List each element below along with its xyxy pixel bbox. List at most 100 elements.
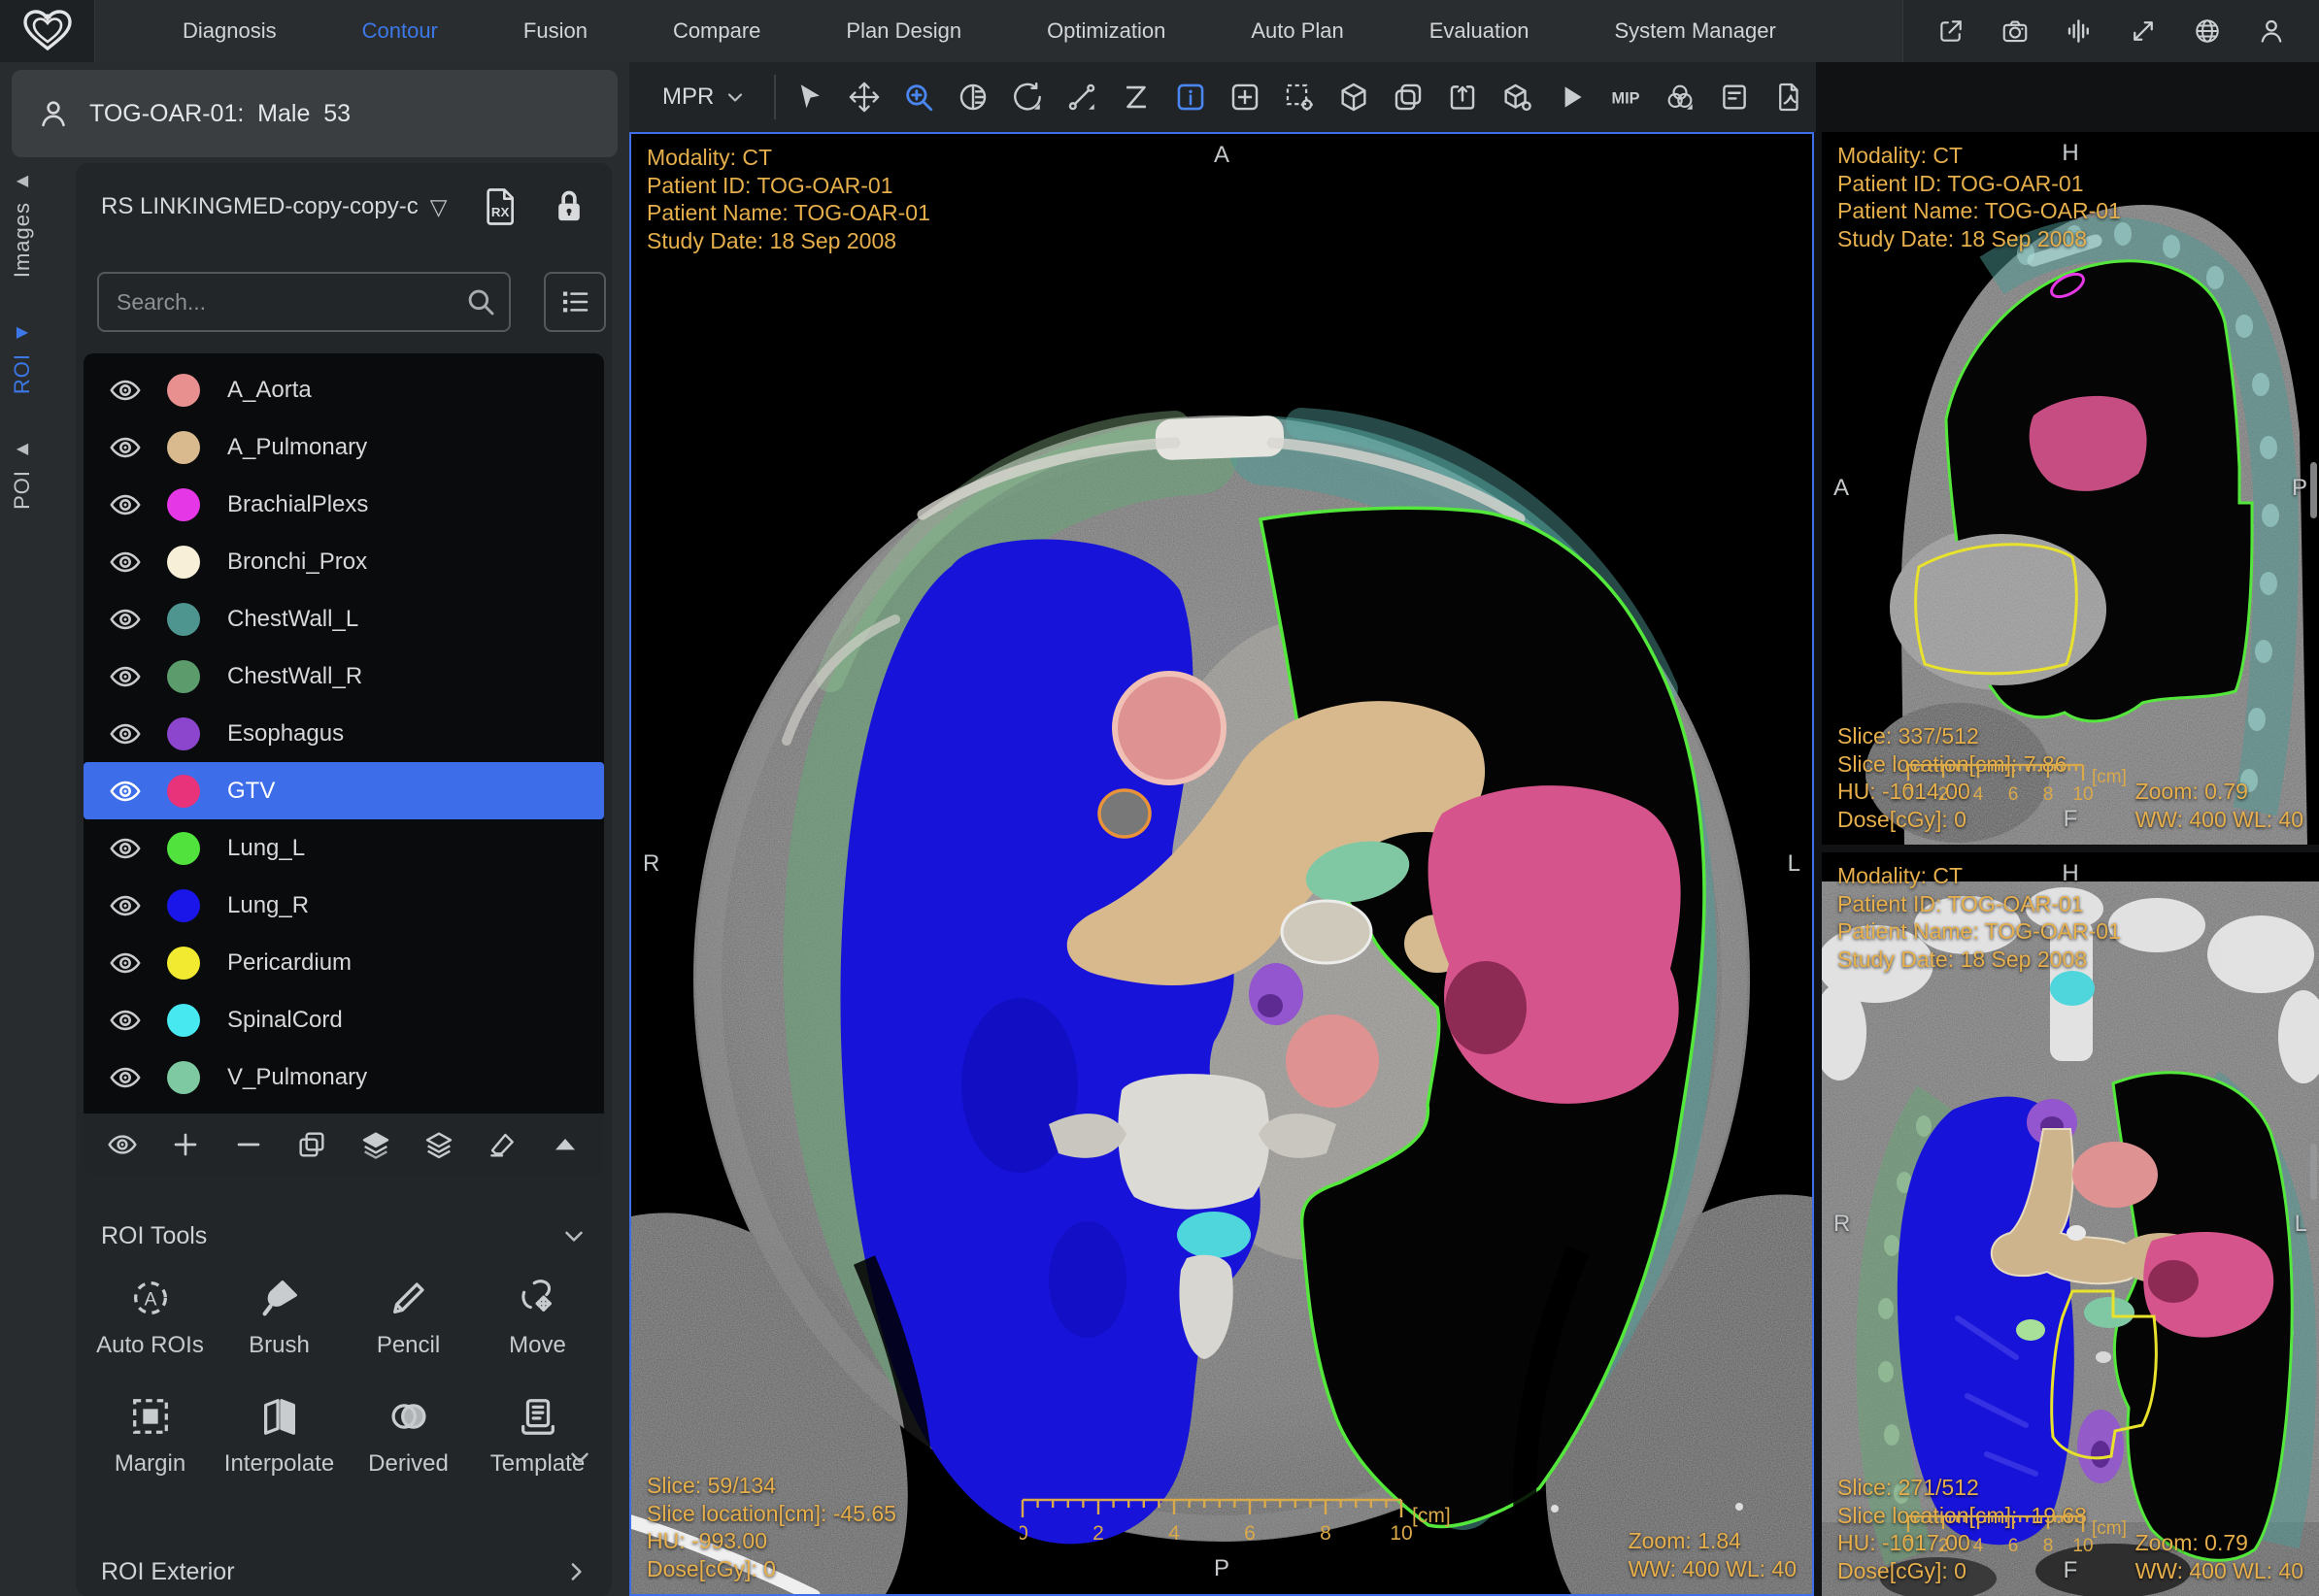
roi-list-view-button[interactable] xyxy=(544,272,606,332)
slice-stats-overlay: Slice: 59/134 Slice location[cm]: -45.65… xyxy=(647,1472,896,1582)
pdf-file-icon[interactable] xyxy=(1772,81,1805,114)
tool-margin[interactable]: Margin xyxy=(85,1394,215,1478)
roi-row-gtv[interactable]: GTV xyxy=(84,762,604,819)
roi-row-chestwall-l[interactable]: ChestWall_L xyxy=(84,590,604,648)
structure-set-name[interactable]: RS LINKINGMED-copy-copy-c xyxy=(101,193,419,220)
export-view-icon[interactable] xyxy=(1446,81,1479,114)
waveform-icon[interactable] xyxy=(2065,17,2094,46)
nav-item-optimization[interactable]: Optimization xyxy=(1004,0,1208,62)
visibility-eye-icon[interactable] xyxy=(109,550,142,574)
cube-3d-icon[interactable] xyxy=(1337,81,1370,114)
info-overlay-icon[interactable] xyxy=(1174,81,1207,114)
zoom-in-icon[interactable] xyxy=(902,81,935,114)
visibility-eye-icon[interactable] xyxy=(109,665,142,688)
roi-row-brachialplexs[interactable]: BrachialPlexs xyxy=(84,476,604,533)
viewport-coronal[interactable]: Modality: CT Patient ID: TOG-OAR-01 Pati… xyxy=(1822,852,2319,1596)
roi-tools-header[interactable]: ROI Tools xyxy=(101,1221,588,1250)
roi-name: Pericardium xyxy=(227,949,352,977)
roi-row-bronchi-prox[interactable]: Bronchi_Prox xyxy=(84,533,604,590)
visibility-eye-icon[interactable] xyxy=(109,493,142,516)
visibility-eye-icon[interactable] xyxy=(109,837,142,860)
tool-auto-rois[interactable]: A Auto ROIs xyxy=(85,1276,215,1359)
visibility-eye-icon[interactable] xyxy=(109,608,142,631)
svg-text:10: 10 xyxy=(2072,784,2093,805)
nav-item-contour[interactable]: Contour xyxy=(319,0,481,62)
copy-view-icon[interactable] xyxy=(1392,81,1425,114)
export-icon[interactable] xyxy=(1936,17,1966,46)
rail-tab-poi[interactable]: ◀ POI xyxy=(10,439,35,510)
camera-icon[interactable] xyxy=(2000,17,2030,46)
roi-row-v-pulmonary[interactable]: V_Pulmonary xyxy=(84,1048,604,1106)
tool-interpolate[interactable]: Interpolate xyxy=(215,1394,344,1478)
add-roi-icon[interactable] xyxy=(170,1129,201,1160)
search-input[interactable] xyxy=(99,274,509,330)
roi-row-a-pulmonary[interactable]: A_Pulmonary xyxy=(84,418,604,476)
globe-icon[interactable] xyxy=(2193,17,2222,46)
roi-row-a-aorta[interactable]: A_Aorta xyxy=(84,361,604,418)
nav-item-auto-plan[interactable]: Auto Plan xyxy=(1208,0,1386,62)
notes-icon[interactable] xyxy=(1718,81,1751,114)
blend-icon[interactable] xyxy=(1664,81,1697,114)
nav-item-evaluation[interactable]: Evaluation xyxy=(1387,0,1572,62)
rail-tab-images[interactable]: ◀ Images xyxy=(10,171,35,278)
pan-icon[interactable] xyxy=(848,81,881,114)
tool-pencil[interactable]: Pencil xyxy=(344,1276,473,1359)
search-icon[interactable] xyxy=(464,285,497,318)
visibility-eye-icon[interactable] xyxy=(109,722,142,746)
lock-icon[interactable] xyxy=(550,185,588,228)
user-icon[interactable] xyxy=(2257,17,2286,46)
viewport-sagittal[interactable]: Modality: CT Patient ID: TOG-OAR-01 Pati… xyxy=(1822,132,2319,845)
layers-outline-icon[interactable] xyxy=(423,1129,454,1160)
tool-derived[interactable]: Derived xyxy=(344,1394,473,1478)
rail-tab-roi[interactable]: ▶ ROI xyxy=(10,322,35,394)
nav-item-system-manager[interactable]: System Manager xyxy=(1572,0,1819,62)
tools-more-chevron-icon[interactable] xyxy=(565,1443,594,1472)
layout-mode-dropdown[interactable]: MPR xyxy=(643,83,766,111)
rx-document-icon[interactable]: RX xyxy=(482,185,521,228)
roi-row-spinalcord[interactable]: SpinalCord xyxy=(84,991,604,1048)
mip-icon[interactable]: MIP xyxy=(1609,81,1642,114)
tool-move[interactable]: Move xyxy=(473,1276,602,1359)
nav-item-fusion[interactable]: Fusion xyxy=(481,0,630,62)
nav-item-plan-design[interactable]: Plan Design xyxy=(803,0,1004,62)
roi-select-icon[interactable] xyxy=(1283,81,1316,114)
visibility-eye-icon[interactable] xyxy=(109,436,142,459)
roi-row-pericardium[interactable]: Pericardium xyxy=(84,934,604,991)
roi-row-lung-r[interactable]: Lung_R xyxy=(84,877,604,934)
viewport-axial[interactable]: Modality: CT Patient ID: TOG-OAR-01 Pati… xyxy=(629,132,1814,1596)
roi-exterior-row[interactable]: ROI Exterior xyxy=(101,1557,590,1586)
measure-icon[interactable] xyxy=(1065,81,1098,114)
visibility-eye-icon[interactable] xyxy=(109,894,142,917)
roi-row-chestwall-r[interactable]: ChestWall_R xyxy=(84,648,604,705)
roi-row-lung-l[interactable]: Lung_L xyxy=(84,819,604,877)
visibility-eye-icon[interactable] xyxy=(109,379,142,402)
slice-scrollbar-thumb[interactable] xyxy=(2310,1144,2317,1200)
rotate-icon[interactable] xyxy=(1011,81,1044,114)
visibility-eye-icon[interactable] xyxy=(109,1066,142,1089)
toggle-all-visibility-icon[interactable] xyxy=(107,1129,138,1160)
window-level-icon[interactable] xyxy=(957,81,990,114)
structure-set-dropdown-icon[interactable]: ▽ xyxy=(430,194,448,220)
pointer-icon[interactable] xyxy=(793,81,826,114)
nav-item-compare[interactable]: Compare xyxy=(630,0,803,62)
crosshair-box-icon[interactable] xyxy=(1228,81,1261,114)
duplicate-roi-icon[interactable] xyxy=(296,1129,327,1160)
slice-scrollbar-thumb[interactable] xyxy=(2310,462,2317,518)
visibility-eye-icon[interactable] xyxy=(109,780,142,803)
tool-brush[interactable]: Brush xyxy=(215,1276,344,1359)
expand-icon[interactable] xyxy=(2129,17,2158,46)
remove-roi-icon[interactable] xyxy=(233,1129,264,1160)
eraser-icon[interactable] xyxy=(487,1129,518,1160)
patient-bar[interactable]: TOG-OAR-01: Male 53 xyxy=(12,70,618,157)
collapse-panel-icon[interactable] xyxy=(550,1129,581,1160)
layers-filled-icon[interactable] xyxy=(360,1129,391,1160)
app-logo[interactable] xyxy=(0,0,95,62)
roi-row-esophagus[interactable]: Esophagus xyxy=(84,705,604,762)
scroll-stack-icon[interactable] xyxy=(1120,81,1153,114)
visibility-eye-icon[interactable] xyxy=(109,1009,142,1032)
cube-settings-icon[interactable] xyxy=(1500,81,1533,114)
play-icon[interactable] xyxy=(1555,81,1588,114)
chevron-down-icon[interactable] xyxy=(559,1221,588,1250)
visibility-eye-icon[interactable] xyxy=(109,951,142,975)
nav-item-diagnosis[interactable]: Diagnosis xyxy=(140,0,319,62)
